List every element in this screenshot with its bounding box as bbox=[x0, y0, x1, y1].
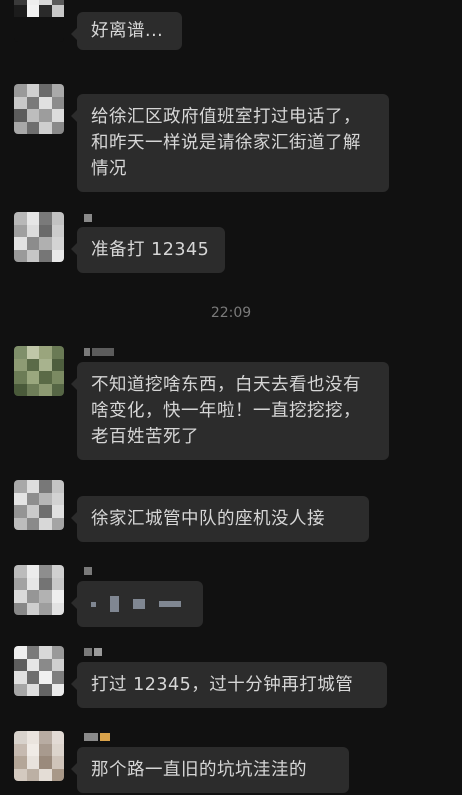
message-bubble[interactable]: 那个路一直旧的坑坑洼洼的 bbox=[71, 747, 349, 793]
message-bubble[interactable]: 不知道挖啥东西，白天去看也没有啥变化，快一年啦！一直挖挖挖，老百姓苦死了 bbox=[71, 362, 389, 460]
avatar[interactable] bbox=[14, 346, 64, 396]
sender-name bbox=[84, 567, 92, 575]
message-bubble[interactable]: 给徐汇区政府值班室打过电话了，和昨天一样说是请徐家汇街道了解情况 bbox=[71, 94, 389, 192]
timestamp: 22:09 bbox=[210, 305, 252, 321]
sender-name bbox=[84, 648, 102, 656]
message-bubble[interactable]: 好离谱... bbox=[71, 12, 182, 50]
message-text: 徐家汇城管中队的座机没人接 bbox=[91, 509, 325, 529]
message-text: 不知道挖啥东西，白天去看也没有啥变化，快一年啦！一直挖挖挖，老百姓苦死了 bbox=[91, 375, 361, 447]
sender-name bbox=[84, 348, 114, 356]
message-bubble[interactable]: 打过 12345，过十分钟再打城管 bbox=[71, 662, 387, 708]
sender-name bbox=[84, 214, 92, 222]
avatar[interactable] bbox=[14, 731, 64, 781]
message-text: 准备打 12345 bbox=[91, 240, 210, 260]
avatar[interactable] bbox=[14, 0, 64, 42]
message-bubble[interactable]: 徐家汇城管中队的座机没人接 bbox=[71, 496, 369, 542]
message-text: 好离谱... bbox=[91, 21, 164, 41]
avatar[interactable] bbox=[14, 480, 64, 530]
sender-name bbox=[84, 733, 110, 741]
chat-message-list: 好离谱... 给徐汇区政府值班室打过电话了，和昨天一样说是请徐家汇街道了解情况 … bbox=[0, 0, 462, 795]
avatar[interactable] bbox=[14, 646, 64, 696]
message-bubble[interactable]: 准备打 12345 bbox=[71, 227, 225, 273]
message-text: 给徐汇区政府值班室打过电话了，和昨天一样说是请徐家汇街道了解情况 bbox=[91, 107, 361, 179]
message-text: 那个路一直旧的坑坑洼洼的 bbox=[91, 760, 307, 780]
avatar[interactable] bbox=[14, 84, 64, 134]
message-text: 打过 12345，过十分钟再打城管 bbox=[91, 675, 354, 695]
redacted-content bbox=[91, 591, 189, 617]
avatar[interactable] bbox=[14, 212, 64, 262]
avatar[interactable] bbox=[14, 565, 64, 615]
message-bubble-redacted[interactable] bbox=[71, 581, 203, 627]
